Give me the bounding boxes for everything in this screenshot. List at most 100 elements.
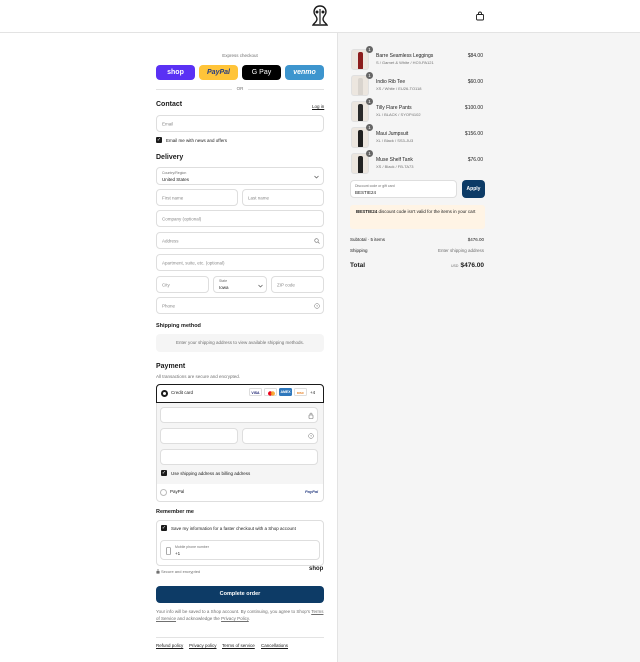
footer-divider bbox=[156, 637, 324, 638]
apartment-field[interactable]: Apartment, suite, etc. (optional) bbox=[156, 254, 324, 271]
svg-text:?: ? bbox=[316, 304, 318, 308]
shopping-bag-icon[interactable] bbox=[475, 11, 485, 21]
shipping-label: Shipping bbox=[350, 248, 368, 253]
product-price: $76.00 bbox=[467, 157, 483, 163]
error-text: discount code isn't valid for the items … bbox=[377, 209, 476, 214]
shipping-method-message: Enter your shipping address to view avai… bbox=[156, 334, 324, 352]
search-icon bbox=[314, 238, 320, 244]
apartment-placeholder: Apartment, suite, etc. (optional) bbox=[162, 260, 225, 265]
mobile-phone-field[interactable]: Mobile phone number +1 bbox=[160, 540, 320, 560]
paypal-button[interactable]: PayPal bbox=[199, 65, 238, 80]
company-placeholder: Company (optional) bbox=[162, 216, 202, 221]
product-figure bbox=[358, 130, 363, 147]
product-figure bbox=[358, 78, 363, 95]
or-label: OR bbox=[232, 86, 248, 91]
security-code-field[interactable]: ? bbox=[242, 428, 318, 444]
mobile-phone-label: Mobile phone number bbox=[175, 545, 209, 549]
email-field[interactable]: Email bbox=[156, 115, 324, 132]
address-field[interactable]: Address bbox=[156, 232, 324, 249]
address-placeholder: Address bbox=[162, 238, 179, 243]
express-checkout-title: Express checkout bbox=[222, 53, 258, 58]
discover-icon: DISC bbox=[294, 388, 307, 396]
save-info-label: Save my information for a faster checkou… bbox=[171, 526, 296, 531]
billing-checkbox[interactable]: ✓ bbox=[161, 470, 167, 476]
product-variant: XL / BLACK / SYOP4102 bbox=[376, 112, 421, 117]
phone-field[interactable]: Phone ? bbox=[156, 297, 324, 314]
complete-order-button[interactable]: Complete order bbox=[156, 586, 324, 603]
city-placeholder: City bbox=[162, 282, 170, 287]
expiration-field[interactable] bbox=[160, 428, 238, 444]
save-info-checkbox[interactable]: ✓ bbox=[161, 525, 167, 531]
paypal-logo-icon: PayPal bbox=[305, 489, 319, 494]
product-price: $60.00 bbox=[467, 79, 483, 85]
product-price: $100.00 bbox=[464, 105, 483, 111]
google-pay-button[interactable]: G Pay bbox=[242, 65, 281, 80]
name-on-card-field[interactable] bbox=[160, 449, 318, 465]
product-figure bbox=[358, 156, 363, 173]
shipping-value: Enter shipping address bbox=[437, 248, 484, 253]
country-value: United States bbox=[162, 177, 190, 182]
city-field[interactable]: City bbox=[156, 276, 209, 293]
credit-card-label: Credit card bbox=[171, 390, 194, 395]
brand-logo[interactable] bbox=[310, 5, 330, 27]
privacy-policy-footer-link[interactable]: Privacy policy bbox=[189, 643, 217, 648]
quantity-badge: 1 bbox=[366, 72, 373, 79]
paypal-label: PayPal bbox=[170, 489, 185, 494]
amex-icon: AMEX bbox=[279, 388, 292, 396]
product-variant: XS / White / EU26-TO118 bbox=[376, 86, 422, 91]
login-link[interactable]: Log in bbox=[312, 104, 324, 109]
shop-logo: shop bbox=[309, 566, 324, 572]
total-label: Total bbox=[350, 262, 366, 269]
state-label: State bbox=[219, 279, 228, 283]
news-label: Email me with news and offers bbox=[166, 138, 227, 143]
state-value: Iowa bbox=[219, 285, 229, 290]
legal-text: Your info will be saved to a Shop accoun… bbox=[156, 608, 324, 622]
venmo-button[interactable]: venmo bbox=[285, 65, 324, 80]
mobile-phone-value: +1 bbox=[175, 551, 181, 556]
first-name-field[interactable]: First name bbox=[156, 189, 238, 206]
order-summary: 1 Barre Seamless Leggings S / Garnet & W… bbox=[337, 33, 640, 662]
first-name-placeholder: First name bbox=[162, 195, 184, 200]
company-field[interactable]: Company (optional) bbox=[156, 210, 324, 227]
news-checkbox[interactable]: ✓ bbox=[156, 137, 162, 143]
payment-heading: Payment bbox=[156, 363, 186, 370]
contact-heading: Contact bbox=[156, 101, 183, 108]
country-select[interactable]: Country/Region United States bbox=[156, 167, 324, 185]
product-name: Tilly Flare Pants bbox=[376, 105, 412, 111]
discount-value: BESTIE24 bbox=[355, 190, 377, 195]
product-figure bbox=[358, 52, 363, 69]
credit-card-option[interactable]: Credit card VISA AMEX DISC +4 bbox=[156, 384, 324, 403]
product-figure bbox=[358, 104, 363, 121]
shop-pay-button[interactable]: shop bbox=[156, 65, 195, 80]
discount-code-field[interactable]: Discount code or gift card BESTIE24 bbox=[350, 180, 457, 198]
card-number-field[interactable] bbox=[160, 407, 318, 423]
phone-icon bbox=[166, 547, 171, 555]
email-placeholder: Email bbox=[162, 121, 174, 126]
product-name: Muse Shelf Tank bbox=[376, 157, 413, 163]
discount-label: Discount code or gift card bbox=[355, 184, 395, 188]
discount-error: BESTIE24 discount code isn't valid for t… bbox=[350, 205, 485, 229]
quantity-badge: 1 bbox=[366, 98, 373, 105]
help-icon[interactable]: ? bbox=[308, 433, 314, 439]
terms-of-service-footer-link[interactable]: Terms of service bbox=[222, 643, 255, 648]
delivery-heading: Delivery bbox=[156, 154, 184, 161]
chevron-down-icon bbox=[314, 175, 319, 179]
privacy-policy-link[interactable]: Privacy Policy bbox=[221, 616, 249, 621]
help-icon[interactable]: ? bbox=[314, 303, 320, 309]
quantity-badge: 1 bbox=[366, 150, 373, 157]
cancellations-link[interactable]: Cancellations bbox=[261, 643, 288, 648]
quantity-badge: 1 bbox=[366, 46, 373, 53]
paypal-radio[interactable] bbox=[160, 489, 167, 496]
product-name: Indio Rib Tee bbox=[376, 79, 406, 85]
credit-card-radio[interactable] bbox=[161, 390, 168, 397]
apply-button[interactable]: Apply bbox=[462, 180, 485, 198]
svg-text:?: ? bbox=[310, 434, 312, 438]
phone-placeholder: Phone bbox=[162, 303, 176, 308]
paypal-option[interactable]: PayPal PayPal bbox=[156, 484, 324, 502]
last-name-field[interactable]: Last name bbox=[242, 189, 324, 206]
product-name: Barre Seamless Leggings bbox=[376, 53, 434, 59]
state-select[interactable]: State Iowa bbox=[213, 276, 267, 293]
secure-text: Secure and encrypted bbox=[161, 569, 201, 574]
zip-field[interactable]: ZIP code bbox=[271, 276, 324, 293]
refund-policy-link[interactable]: Refund policy bbox=[156, 643, 183, 648]
